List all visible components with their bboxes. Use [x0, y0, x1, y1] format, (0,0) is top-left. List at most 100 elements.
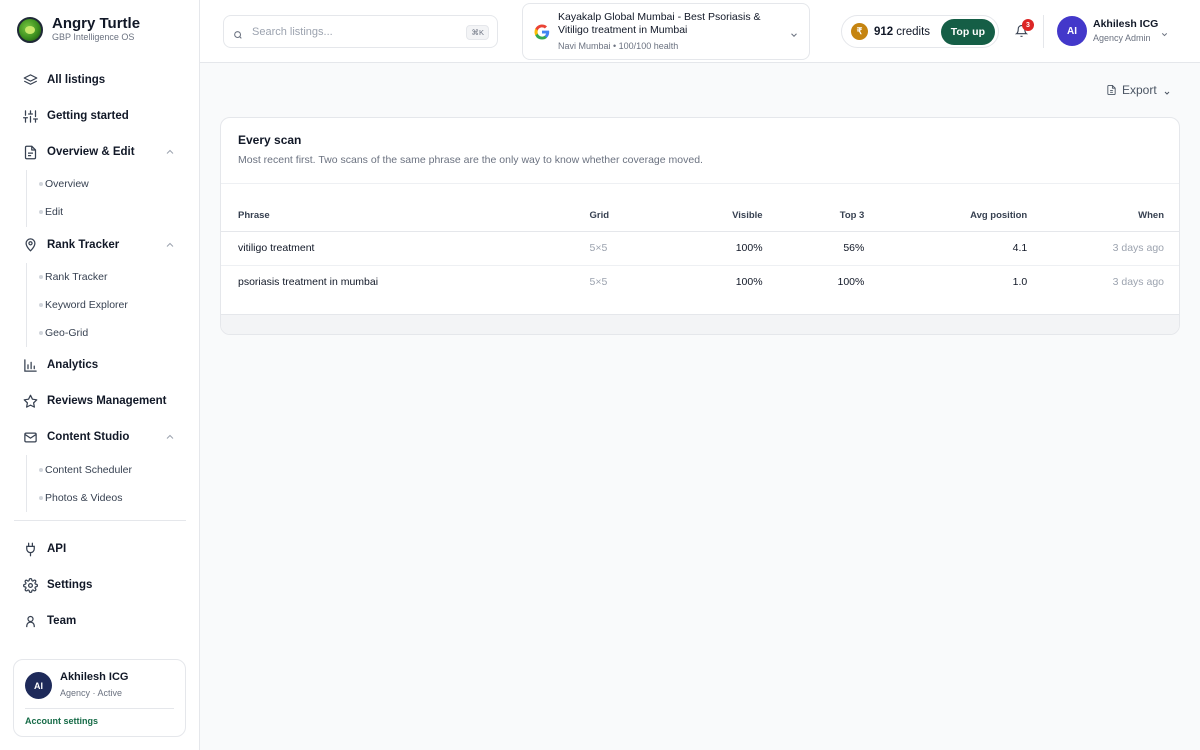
sidebar-item-analytics[interactable]: Analytics: [12, 347, 188, 383]
chevron-down-icon: [789, 27, 799, 37]
cell-when: 3 days ago: [1112, 276, 1164, 289]
sidebar-item-label: Content Studio: [47, 431, 130, 444]
chevron-up-icon[interactable]: [164, 239, 176, 251]
column-header-visible[interactable]: Visible: [711, 201, 763, 232]
user-icon: [22, 613, 38, 629]
column-header-top3[interactable]: Top 3: [762, 201, 865, 232]
column-header-when[interactable]: When: [1027, 201, 1179, 232]
sidebar-subitem-overview[interactable]: Overview: [39, 170, 188, 198]
star-icon: [22, 393, 38, 409]
sidebar-item-api[interactable]: API: [12, 531, 188, 567]
chevron-down-icon[interactable]: [1160, 26, 1169, 37]
chevron-up-icon[interactable]: [164, 146, 176, 158]
top-header: ⌘K Kayakalp Global Mumbai - Best Psorias…: [200, 0, 1200, 63]
brand[interactable]: Angry Turtle GBP Intelligence OS: [17, 16, 140, 43]
avatar[interactable]: AI: [25, 672, 52, 699]
chevron-up-icon[interactable]: [164, 431, 176, 443]
google-icon: [534, 24, 550, 40]
avatar[interactable]: AI: [1057, 16, 1087, 46]
cell-phrase: psoriasis treatment in mumbai: [238, 276, 379, 289]
map-pin-icon: [22, 237, 38, 253]
brand-name: Angry Turtle: [52, 15, 141, 32]
card-title: Every scan: [238, 133, 302, 147]
credits-unit: credits: [896, 25, 931, 38]
document-icon: [22, 144, 38, 160]
header-user-role: Agency Admin: [1093, 33, 1151, 43]
cell-avg-position: 4.1: [864, 231, 1028, 266]
sidebar-subitem-keyword-explorer[interactable]: Keyword Explorer: [39, 291, 188, 319]
user-role: Agency · Active: [60, 688, 123, 698]
sidebar-subitem-content-scheduler[interactable]: Content Scheduler: [39, 455, 188, 483]
subnav-rank-tracker: Rank Tracker Keyword Explorer Geo-Grid: [26, 262, 188, 348]
sidebar-item-label: Settings: [47, 579, 93, 592]
layers-icon: [22, 72, 38, 88]
sidebar-item-reviews-management[interactable]: Reviews Management: [12, 383, 188, 419]
table-row[interactable]: psoriasis treatment in mumbai 5×5 100% 1…: [221, 265, 1179, 299]
sliders-icon: [22, 108, 38, 124]
user-name: Akhilesh ICG: [60, 671, 129, 683]
sidebar-item-label: Overview & Edit: [47, 146, 135, 158]
sidebar-item-label: Rank Tracker: [47, 238, 120, 251]
header-divider: [1043, 15, 1044, 48]
sidebar-item-rank-tracker[interactable]: Rank Tracker: [12, 227, 188, 263]
cell-avg-position: 1.0: [1012, 276, 1028, 289]
search-input[interactable]: [252, 25, 452, 38]
sidebar-item-all-listings[interactable]: All listings: [12, 62, 188, 98]
column-header-grid[interactable]: Grid: [589, 201, 712, 232]
cell-grid: 5×5: [589, 231, 712, 266]
sidebar-item-label: API: [47, 543, 67, 556]
sidebar-item-label: All listings: [47, 74, 106, 86]
table-header-row: Phrase Grid Visible Top 3 Avg position W…: [221, 201, 1179, 232]
sidebar-subitem-geo-grid[interactable]: Geo-Grid: [39, 319, 188, 347]
sidebar-divider: [14, 520, 186, 522]
export-label: Export: [1122, 83, 1157, 97]
subnav-content-studio: Content Scheduler Photos & Videos: [26, 455, 188, 513]
column-header-avg-position[interactable]: Avg position: [864, 201, 1028, 232]
column-header-phrase[interactable]: Phrase: [221, 201, 590, 232]
notification-badge: 3: [1022, 19, 1034, 31]
credits-pill: ₹ 912 credits Top up: [841, 15, 999, 48]
cell-grid: 5×5: [589, 276, 608, 289]
brand-tagline: GBP Intelligence OS: [52, 32, 135, 42]
sidebar-item-overview-edit[interactable]: Overview & Edit: [12, 134, 188, 170]
search-box[interactable]: ⌘K: [223, 15, 498, 48]
mail-icon: [22, 429, 38, 445]
sidebar-item-label: Reviews Management: [47, 395, 167, 408]
export-button[interactable]: Export: [1106, 83, 1171, 97]
sidebar-item-team[interactable]: Team: [12, 603, 188, 639]
account-settings-link[interactable]: Account settings: [25, 716, 98, 726]
scans-table: Phrase Grid Visible Top 3 Avg position W…: [221, 201, 1179, 299]
sidebar-item-content-studio[interactable]: Content Studio: [12, 419, 188, 455]
sidebar: Angry Turtle GBP Intelligence OS All lis…: [0, 0, 200, 750]
gear-icon: [22, 577, 38, 593]
header-user-name[interactable]: Akhilesh ICG: [1093, 18, 1158, 30]
plug-icon: [22, 541, 38, 557]
listing-meta: Navi Mumbai • 100/100 health: [558, 41, 679, 51]
sidebar-item-label: Getting started: [47, 110, 129, 122]
shortcut-badge: ⌘K: [466, 25, 489, 40]
turtle-logo-icon: [17, 16, 43, 43]
cell-phrase: vitiligo treatment: [221, 231, 590, 266]
cell-visible: 100%: [735, 276, 763, 289]
sidebar-item-label: Analytics: [47, 359, 99, 372]
card-subtitle: Most recent first. Two scans of the same…: [238, 154, 703, 166]
sidebar-user-card: AI Akhilesh ICG Agency · Active Account …: [13, 659, 186, 737]
top-up-button[interactable]: Top up: [940, 19, 995, 45]
sidebar-subitem-rank-tracker[interactable]: Rank Tracker: [39, 263, 188, 291]
cell-visible: 100%: [711, 231, 763, 266]
cell-top3: 100%: [837, 276, 865, 289]
sidebar-item-label: Team: [47, 615, 77, 628]
card-footer: [221, 314, 1179, 334]
sidebar-item-settings[interactable]: Settings: [12, 567, 188, 603]
sidebar-item-getting-started[interactable]: Getting started: [12, 98, 188, 134]
card-divider: [221, 183, 1179, 184]
table-row[interactable]: vitiligo treatment 5×5 100% 56% 4.1 3 da…: [221, 231, 1179, 266]
user-card-divider: [25, 708, 174, 709]
sidebar-subitem-photos-videos[interactable]: Photos & Videos: [39, 484, 188, 512]
sidebar-subitem-edit[interactable]: Edit: [39, 198, 188, 226]
bar-chart-icon: [22, 357, 38, 373]
search-icon: [233, 27, 243, 39]
listing-selector[interactable]: Kayakalp Global Mumbai - Best Psoriasis …: [522, 3, 810, 60]
listing-title: Kayakalp Global Mumbai - Best Psoriasis …: [558, 11, 761, 36]
file-icon: [1106, 84, 1117, 96]
